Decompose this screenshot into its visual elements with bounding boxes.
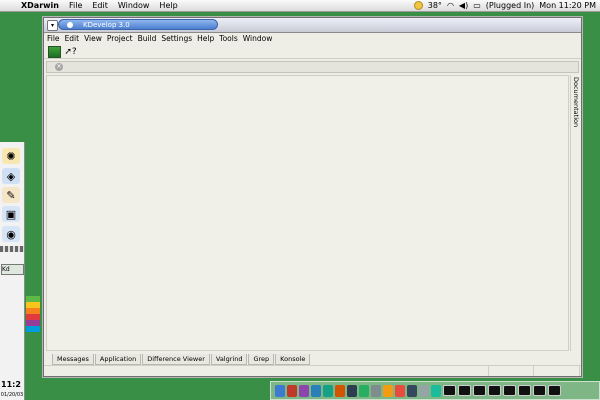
status-field-3 — [534, 366, 580, 376]
tab-messages[interactable]: Messages — [52, 354, 94, 365]
menu-app[interactable]: XDarwin — [16, 1, 64, 10]
status-bar — [44, 365, 581, 376]
menubar-clock[interactable]: Mon 11:20 PM — [539, 1, 596, 10]
editor-area[interactable] — [46, 75, 569, 351]
minimized-window-3[interactable] — [473, 385, 486, 396]
window-menu-button[interactable]: ▾ — [47, 20, 58, 31]
weather-icon[interactable] — [413, 1, 423, 10]
status-field-2 — [489, 366, 534, 376]
window-title-pill[interactable]: KDevelop 3.0 — [58, 19, 218, 30]
menu-help[interactable]: Help — [154, 1, 182, 10]
tab-konsole[interactable]: Konsole — [275, 354, 311, 365]
tab-application[interactable]: Application — [94, 354, 142, 365]
battery-icon[interactable]: ▭ — [473, 1, 481, 10]
minimized-window-2[interactable] — [458, 385, 471, 396]
mac-menubar: XDarwin File Edit Window Help 38° ◠ ◀) ▭… — [0, 0, 600, 12]
documentation-tab-label: Documentation — [572, 77, 580, 128]
kmenu-icon[interactable]: ✺ — [2, 148, 20, 164]
app-icon-13[interactable] — [419, 384, 429, 397]
whats-this-icon[interactable]: ➚? — [64, 47, 76, 57]
kdevelop-icon — [67, 22, 73, 28]
app-icon-12[interactable] — [407, 384, 417, 397]
minimized-window-5[interactable] — [503, 385, 516, 396]
app-menu-file[interactable]: File — [44, 34, 62, 43]
main-toolbar: ➚? — [44, 45, 581, 59]
panel-separator — [0, 246, 24, 252]
app-icon-9[interactable] — [371, 384, 381, 397]
menu-file[interactable]: File — [64, 1, 87, 10]
app-menu-project[interactable]: Project — [104, 34, 135, 43]
tab-grep[interactable]: Grep — [248, 354, 275, 365]
app-menu-build[interactable]: Build — [135, 34, 159, 43]
finder-icon[interactable] — [275, 384, 285, 397]
menubar-extras: 38° ◠ ◀) ▭ (Plugged In) Mon 11:20 PM — [413, 1, 600, 10]
wifi-icon[interactable]: ◠ — [447, 1, 454, 10]
kdevelop-window: ▾ KDevelop 3.0 File Edit View Project Bu… — [43, 17, 582, 377]
tab-difference-viewer[interactable]: Difference Viewer — [142, 354, 210, 365]
workspace-icon[interactable] — [48, 45, 61, 58]
app-icon-11[interactable] — [395, 384, 405, 397]
app-icon-6[interactable] — [335, 384, 345, 397]
apple-logo-icon — [26, 296, 40, 332]
app-menu-help[interactable]: Help — [194, 34, 216, 43]
minimized-window-6[interactable] — [518, 385, 531, 396]
minimized-window-4[interactable] — [488, 385, 501, 396]
shell-icon[interactable]: ▣ — [2, 206, 20, 222]
app-menu-edit[interactable]: Edit — [62, 34, 82, 43]
tools-icon[interactable]: ✎ — [2, 187, 20, 203]
app-menubar: File Edit View Project Build Settings He… — [44, 33, 581, 44]
editor-tabstrip: ✕ — [46, 61, 579, 73]
app-icon-8[interactable] — [359, 384, 369, 397]
taskbar-item[interactable]: Kd — [1, 264, 24, 275]
app-menu-window[interactable]: Window — [240, 34, 275, 43]
panel-clock[interactable]: 11:2 — [1, 380, 22, 390]
documentation-side-tab[interactable]: Documentation — [570, 75, 581, 351]
output-tabs: Messages Application Difference Viewer V… — [52, 354, 311, 365]
close-tab-icon[interactable]: ✕ — [55, 63, 63, 71]
window-titlebar[interactable]: ▾ KDevelop 3.0 — [44, 18, 581, 33]
mac-dock — [270, 381, 600, 400]
window-title: KDevelop 3.0 — [83, 21, 130, 29]
app-icon-5[interactable] — [323, 384, 333, 397]
menu-edit[interactable]: Edit — [87, 1, 113, 10]
minimized-window-1[interactable] — [443, 385, 456, 396]
battery-status: (Plugged In) — [485, 1, 535, 10]
status-message-field — [44, 366, 489, 376]
app-icon-4[interactable] — [311, 384, 321, 397]
app-icon-7[interactable] — [347, 384, 357, 397]
app-icon-10[interactable] — [383, 384, 393, 397]
volume-icon[interactable]: ◀) — [459, 1, 468, 10]
browser-icon[interactable]: ◉ — [2, 226, 20, 242]
minimized-window-8[interactable] — [548, 385, 561, 396]
panel-date: 01/20/03 — [0, 392, 24, 398]
minimized-window-7[interactable] — [533, 385, 546, 396]
app-menu-view[interactable]: View — [81, 34, 104, 43]
taskbar-item-label: Kd — [2, 266, 10, 273]
kicker-panel: ✺ ◈ ✎ ▣ ◉ Kd 11:2 01/20/03 — [0, 142, 25, 400]
app-icon-3[interactable] — [299, 384, 309, 397]
x11-icon[interactable] — [287, 384, 297, 397]
temperature-text: 38° — [427, 1, 442, 10]
app-icon-14[interactable] — [431, 384, 441, 397]
desktop-icon[interactable]: ◈ — [2, 168, 20, 184]
app-menu-tools[interactable]: Tools — [216, 34, 239, 43]
tab-valgrind[interactable]: Valgrind — [210, 354, 248, 365]
app-menu-settings[interactable]: Settings — [158, 34, 194, 43]
menu-window[interactable]: Window — [113, 1, 155, 10]
